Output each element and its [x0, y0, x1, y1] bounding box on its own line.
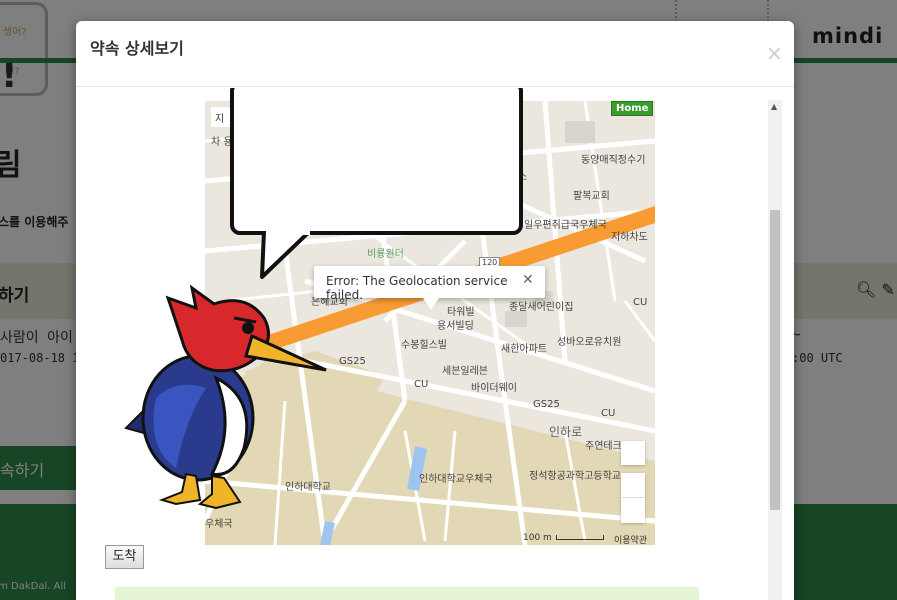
- status-panel: [115, 587, 699, 600]
- map-label: GS25: [533, 399, 560, 410]
- speech-bubble-tail: [260, 231, 312, 279]
- modal-scrollbar[interactable]: ▲: [768, 100, 782, 600]
- woodpecker-mascot-icon: [124, 284, 327, 510]
- modal-header: 약속 상세보기 ×: [76, 21, 794, 87]
- map-label: CU: [633, 297, 648, 308]
- map-label: 인하로: [549, 425, 583, 439]
- scroll-thumb[interactable]: [770, 210, 780, 510]
- appointment-detail-modal: 약속 상세보기 × 지 Home 차 용현 동양매직정수기 팔복교회 일우편취급…: [76, 21, 794, 600]
- modal-body: 지 Home 차 용현 소 동양매직정수기 팔복교회 일우편취급국우체국 지하차…: [76, 88, 794, 600]
- map-label: 일우편취급국우체국: [524, 220, 607, 231]
- map-label: 비룡원터: [367, 249, 404, 260]
- close-icon[interactable]: ✕: [522, 272, 534, 288]
- map-label: 성바오로유치원: [557, 337, 622, 348]
- close-icon[interactable]: ×: [766, 41, 783, 65]
- map-label: 수봉힐스빌: [401, 340, 447, 351]
- map-label: 정석항공과학고등학교: [529, 471, 621, 482]
- map-label: 세븐일레븐: [442, 366, 488, 377]
- zoom-in-button[interactable]: [621, 473, 645, 498]
- scale-bar: [555, 535, 604, 540]
- map-label: 용서빌딩: [437, 321, 474, 332]
- arrive-button[interactable]: 도착: [105, 545, 144, 569]
- map-label: 타워빌: [447, 307, 475, 318]
- geolocation-error-popup: Error: The Geolocation service failed. ✕: [314, 266, 545, 302]
- map-label: CU: [601, 408, 616, 419]
- map-label: 팔복교회: [573, 191, 610, 202]
- scroll-up-icon[interactable]: ▲: [771, 102, 777, 111]
- terms-link[interactable]: 이용약관: [614, 533, 647, 545]
- map-label: CU: [414, 379, 429, 390]
- popup-pointer: [423, 298, 439, 310]
- modal-title: 약속 상세보기: [90, 39, 184, 58]
- map-label: 새한아파트: [501, 344, 547, 355]
- zoom-out-button[interactable]: [621, 498, 645, 523]
- map-control-button[interactable]: [621, 441, 645, 465]
- map-label: 주연테크: [585, 441, 622, 452]
- map-type-control[interactable]: 지: [211, 107, 231, 127]
- map-label: 동양매직정수기: [581, 155, 646, 166]
- map-label: GS25: [339, 356, 366, 367]
- zoom-control[interactable]: [621, 473, 645, 523]
- map-label: 인하대학교우체국: [419, 474, 493, 485]
- map-label: 지하차도: [611, 232, 648, 243]
- map-label: 우체국: [205, 519, 233, 530]
- scale-label: 100 m: [523, 533, 552, 543]
- home-badge[interactable]: Home: [611, 101, 654, 116]
- map-scale: 100 m: [523, 533, 604, 543]
- speech-bubble: [230, 88, 523, 235]
- map-label: 바이더웨이: [471, 383, 517, 394]
